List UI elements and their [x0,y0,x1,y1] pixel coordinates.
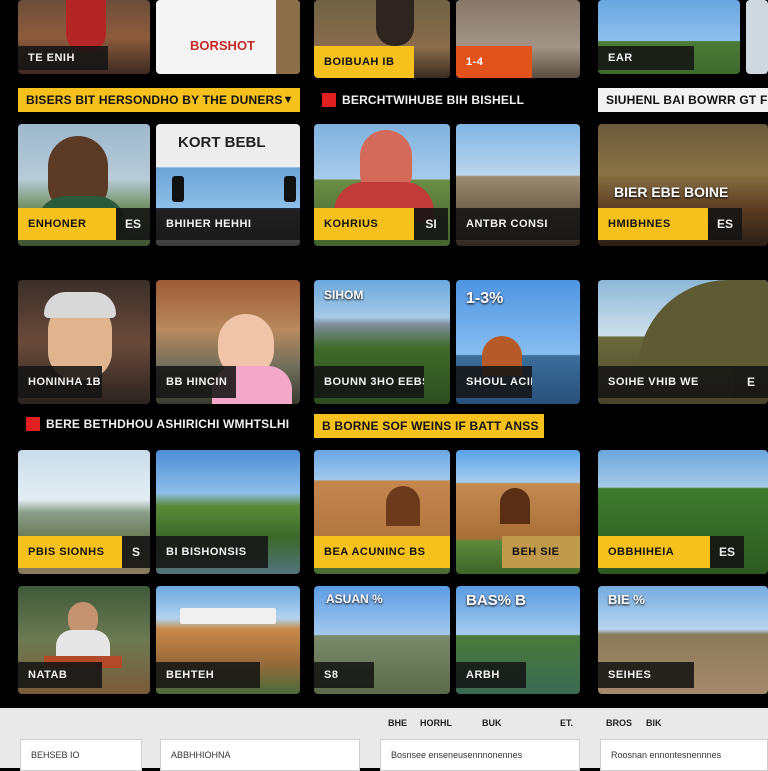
video-tile[interactable]: SIHOM BOUNN 3HO EEBS [314,280,450,404]
video-tile[interactable]: BIE % SEIHES [598,586,768,694]
video-tile[interactable]: SOIHE VHIB WE E [598,280,768,404]
tile-caption: TE ENIH [18,46,108,70]
section-header[interactable]: BERE BETHDHOU ASHIRICHI WMHTSLHI [18,412,300,436]
tile-caption: 1-4 [456,46,532,78]
tile-overlay-text: BORSHOT [190,38,255,53]
section-header[interactable]: BISERS BIT HERSONDHO BY THE DUNERS ▼ [18,88,300,112]
tile-caption: S8 [314,662,374,688]
tile-badge: SI [414,208,448,240]
video-tile[interactable]: KORT BEBL BHIHER HEHHI [156,124,300,246]
section-header[interactable]: BERCHTWIHUBE BIH BISHELL [314,88,580,112]
footer-link[interactable]: BIK [646,718,662,728]
tile-caption: HMIBHNES [598,208,708,240]
section-title: BERE BETHDHOU ASHIRICHI WMHTSLHI [46,417,290,431]
flag-icon [26,417,40,431]
footer-link[interactable]: BHE [388,718,407,728]
video-tile[interactable]: 1-4 [456,0,580,78]
video-tile[interactable]: KOHRIUS SI [314,124,450,246]
tile-caption: OBBHIHEIA [598,536,710,568]
tile-overlay-text: SIHOM [324,288,364,302]
video-tile[interactable]: BI BISHONSIS [156,450,300,574]
tile-caption: SEIHES [598,662,694,688]
video-tile[interactable]: ENHONER ES [18,124,150,246]
tile-caption: BOIBUAH IB [314,46,414,78]
video-tile[interactable]: OBBHIHEIA ES [598,450,768,574]
video-tile[interactable]: HONINHA 1B [18,280,150,404]
tile-caption: BOUNN 3HO EEBS [314,366,424,398]
section-title: B BORNE SOF WEINS IF BATT ANSS [322,419,539,433]
tile-caption: ENHONER [18,208,116,240]
flag-icon [322,93,336,107]
tile-caption: BEHTEH [156,662,260,688]
footer-link[interactable]: ET. [560,718,573,728]
video-tile[interactable]: BEA ACUNINC BS [314,450,450,574]
section-header[interactable]: B BORNE SOF WEINS IF BATT ANSS [314,414,544,438]
tile-overlay-text: BIER EBE BOINE [614,184,729,200]
footer-link[interactable]: BUK [482,718,502,728]
footer-link[interactable]: HORHL [420,718,452,728]
section-title: BISERS BIT HERSONDHO BY THE DUNERS [26,93,283,107]
video-tile[interactable] [746,0,768,74]
tile-badge: ES [708,208,742,240]
tile-overlay-text: BAS% B [466,592,527,609]
video-tile[interactable]: 1-3% SHOUL ACIN [456,280,580,404]
video-tile[interactable]: BIER EBE BOINE HMIBHNES ES [598,124,768,246]
tile-caption: PBIS SIONHS [18,536,122,568]
footer-link[interactable]: BROS [606,718,632,728]
tile-overlay-text: KORT BEBL [178,134,266,151]
tile-caption: NATAB [18,662,102,688]
tile-caption: ANTBR CONSI [456,208,580,240]
video-tile[interactable]: BEHTEH [156,586,300,694]
footer-field[interactable]: BEHSEB IO [20,739,142,771]
tile-caption: BEH SIE [502,536,580,568]
video-tile[interactable]: ASUAN % S8 [314,586,450,694]
video-tile[interactable]: BEH SIE [456,450,580,574]
tile-caption: BEA ACUNINC BS [314,536,450,568]
video-tile[interactable]: ANTBR CONSI [456,124,580,246]
section-title: SIUHENL BAI BOWRR GT FIR [606,93,768,107]
video-tile[interactable]: TE ENIH [18,0,150,74]
tile-overlay-text: 1-3% [466,290,504,307]
tile-caption: KOHRIUS [314,208,414,240]
video-tile[interactable]: BORSHOT [156,0,300,74]
tile-caption: SHOUL ACIN [456,366,532,398]
tile-overlay-text: BIE % [608,592,645,607]
footer-field[interactable]: Roosnan ennontesnennnes [600,739,768,771]
video-tile[interactable]: BB HINCIN [156,280,300,404]
video-tile[interactable]: NATAB [18,586,150,694]
tile-caption: BHIHER HEHHI [156,208,300,240]
tile-caption: BB HINCIN [156,366,236,398]
video-tile[interactable]: PBIS SIONHS S [18,450,150,574]
tile-caption: ARBH [456,662,526,688]
tile-caption: HONINHA 1B [18,366,102,398]
video-tile[interactable]: EAR [598,0,740,74]
tile-caption: BI BISHONSIS [156,536,268,568]
tile-overlay-text: ASUAN % [326,592,383,606]
tile-badge: ES [710,536,744,568]
tile-badge: S [122,536,150,568]
footer-field[interactable]: Bosnsee enseneusennnonennes [380,739,580,771]
chevron-down-icon: ▼ [282,94,294,106]
footer: BHE HORHL BUK ET. BROS BIK BEHSEB IO ABB… [0,708,768,771]
tile-caption: EAR [598,46,694,70]
tile-badge: E [734,366,768,398]
video-tile[interactable]: BOIBUAH IB [314,0,450,78]
tile-caption: SOIHE VHIB WE [598,366,734,398]
section-header[interactable]: SIUHENL BAI BOWRR GT FIR [598,88,768,112]
tile-badge: ES [116,208,150,240]
section-title: BERCHTWIHUBE BIH BISHELL [342,93,525,107]
video-tile[interactable]: BAS% B ARBH [456,586,580,694]
footer-field[interactable]: ABBHHIOHNA [160,739,360,771]
